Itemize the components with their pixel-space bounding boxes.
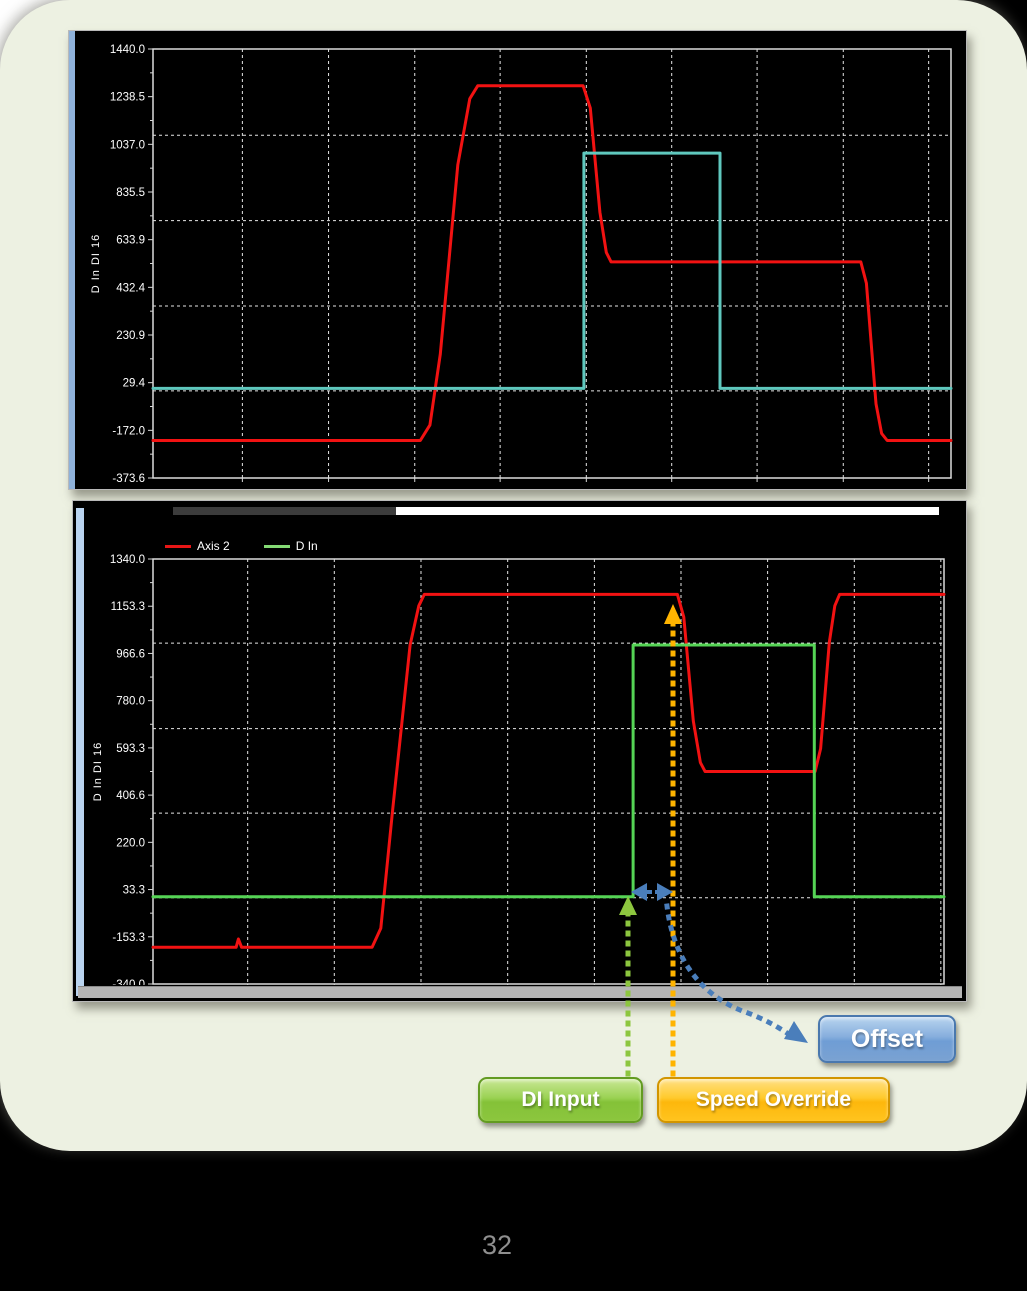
chart-plot-bottom: 1340.0 1153.3 966.6 780.0 593.3 406.6 220.0 33.… (73, 501, 964, 985)
svg-text:33.3: 33.3 (123, 885, 145, 897)
slide: Axis 2 D In 1440.01238.51037.0835.5633.9… (0, 0, 1027, 1151)
page-number: 32 (447, 1230, 547, 1261)
svg-text:D In DI 16: D In DI 16 (92, 742, 104, 802)
offset-callout: Offset (818, 1015, 956, 1063)
svg-text:D In DI 16: D In DI 16 (90, 234, 102, 294)
svg-text:1440.0: 1440.0 (110, 44, 145, 56)
svg-text:835.5: 835.5 (116, 187, 145, 199)
svg-text:-172.0: -172.0 (112, 425, 145, 437)
svg-text:633.9: 633.9 (116, 235, 145, 247)
svg-text:966.6: 966.6 (116, 648, 145, 660)
svg-text:29.4: 29.4 (123, 378, 146, 390)
svg-text:1340.0: 1340.0 (110, 554, 145, 566)
svg-text:230.9: 230.9 (116, 330, 145, 342)
svg-text:406.6: 406.6 (116, 790, 145, 802)
svg-text:-153.3: -153.3 (112, 932, 145, 944)
svg-text:220.0: 220.0 (116, 837, 145, 849)
oscilloscope-window-bottom: Axis 2 D In 1340.01153.3966.6780.0593.34… (72, 500, 967, 1002)
svg-text:1238.5: 1238.5 (110, 92, 145, 104)
oscilloscope-window-top: Axis 2 D In 1440.01238.51037.0835.5633.9… (68, 30, 967, 490)
page: { "page": { "number": "32" }, "chart_dat… (0, 0, 1027, 1291)
svg-text:432.4: 432.4 (116, 282, 145, 294)
svg-text:-340.0: -340.0 (112, 979, 145, 985)
speed-override-callout: Speed Override (657, 1077, 890, 1123)
chart-plot-top: 1440.0 1238.5 1037.0 835.5 633.9 432.4 230.9 29… (69, 31, 964, 487)
svg-text:780.0: 780.0 (116, 696, 145, 708)
svg-text:593.3: 593.3 (116, 743, 145, 755)
di-input-callout: DI Input (478, 1077, 643, 1123)
svg-text:1153.3: 1153.3 (111, 601, 145, 613)
horizontal-scrollbar[interactable] (78, 986, 962, 998)
svg-text:1037.0: 1037.0 (110, 139, 145, 151)
svg-text:-373.6: -373.6 (112, 473, 145, 485)
